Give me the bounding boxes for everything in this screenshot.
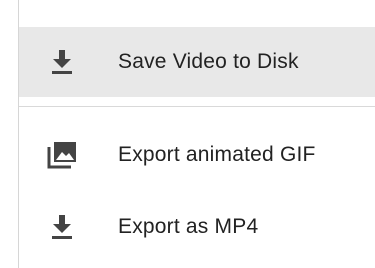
- download-icon: [46, 211, 78, 243]
- download-icon: [46, 46, 78, 78]
- menu-item-save-video[interactable]: Save Video to Disk: [19, 27, 375, 97]
- menu-item-export-mp4[interactable]: Export as MP4: [19, 194, 375, 260]
- context-menu: Save Video to Disk Export animated GIF E…: [18, 0, 375, 268]
- menu-item-label: Save Video to Disk: [118, 50, 299, 73]
- menu-divider: [19, 106, 375, 107]
- menu-item-label: Export as MP4: [118, 215, 259, 238]
- image-stack-icon: [46, 139, 78, 171]
- menu-item-label: Export animated GIF: [118, 143, 316, 166]
- menu-item-export-gif[interactable]: Export animated GIF: [19, 122, 375, 188]
